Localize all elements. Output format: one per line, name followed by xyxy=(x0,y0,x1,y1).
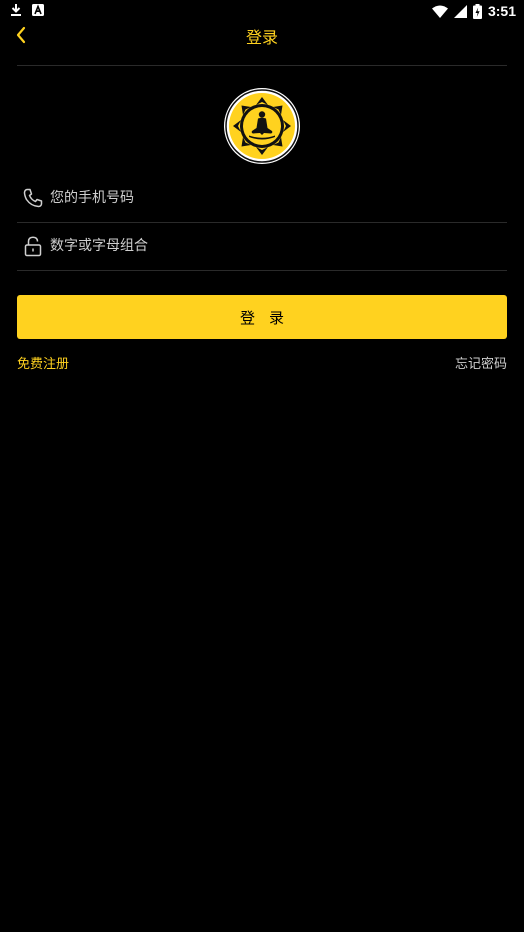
phone-input[interactable] xyxy=(50,186,490,210)
login-screen: 3:51 登录 您的手机号码 登录 免费注册 忘记密码 xyxy=(0,0,524,932)
lock-icon xyxy=(24,236,42,257)
battery-charging-icon xyxy=(472,3,482,19)
header: 登录 xyxy=(0,24,524,66)
page-title: 登录 xyxy=(245,28,278,47)
download-icon xyxy=(11,4,21,16)
notification-a-icon xyxy=(32,4,44,16)
login-button[interactable]: 登录 xyxy=(17,295,507,339)
forgot-password-link[interactable]: 忘记密码 xyxy=(455,353,507,372)
status-bar: 3:51 xyxy=(0,0,524,24)
wifi-icon xyxy=(431,5,448,18)
app-logo xyxy=(224,88,300,164)
signal-icon xyxy=(453,4,467,18)
phone-icon xyxy=(23,188,43,208)
header-divider xyxy=(17,65,507,66)
register-link[interactable]: 免费注册 xyxy=(17,353,69,372)
meditation-lotus-logo xyxy=(225,89,299,163)
phone-field xyxy=(17,174,507,223)
status-time: 3:51 xyxy=(487,3,516,19)
password-field xyxy=(17,222,507,271)
password-input[interactable] xyxy=(50,234,490,258)
